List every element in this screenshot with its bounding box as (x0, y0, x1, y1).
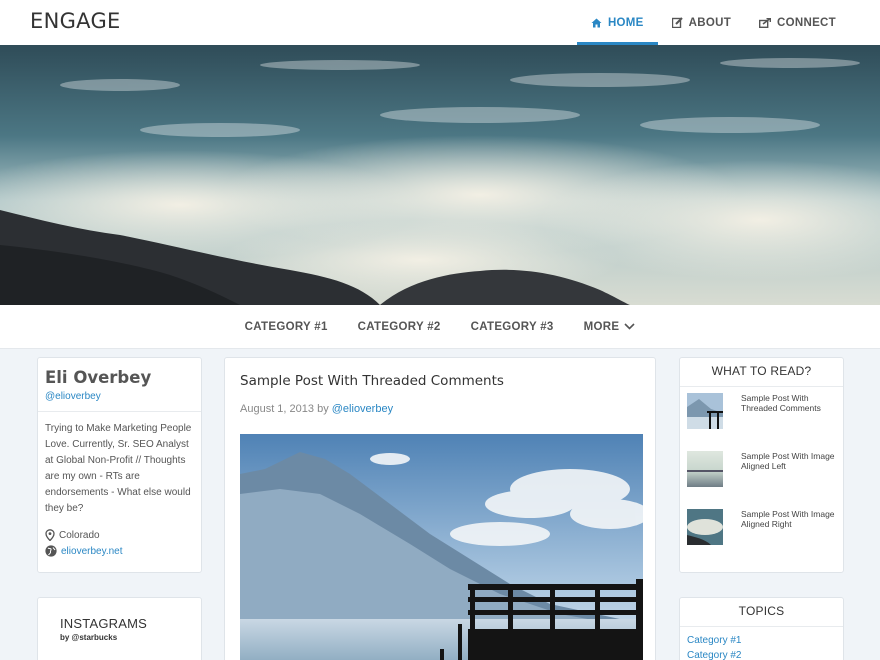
category-1-link[interactable]: CATEGORY #1 (245, 321, 328, 333)
profile-name: Eli Overbey (45, 368, 152, 387)
post-link[interactable]: Sample Post With Image Aligned Right (741, 509, 836, 545)
post-featured-image[interactable] (240, 434, 643, 660)
post-thumbnail[interactable] (687, 393, 723, 429)
instagrams-title: INSTAGRAMS (60, 616, 147, 631)
hero-image (0, 45, 880, 305)
nav-home[interactable]: HOME (576, 0, 658, 45)
topic-link[interactable]: Category #1 (687, 633, 836, 648)
profile-handle-link[interactable]: @elioverbey (45, 391, 194, 402)
category-2-link[interactable]: CATEGORY #2 (358, 321, 441, 333)
nav-about-label: ABOUT (688, 16, 732, 29)
divider (38, 411, 201, 412)
list-item[interactable]: Sample Post With Threaded Comments (687, 393, 836, 429)
divider (680, 386, 843, 387)
profile-location-text: Colorado (59, 529, 100, 541)
map-pin-icon (45, 529, 55, 541)
post-thumbnail[interactable] (687, 509, 723, 545)
profile-website: elioverbey.net (45, 543, 194, 559)
profile-location: Colorado (45, 527, 194, 543)
post-thumbnail[interactable] (687, 451, 723, 487)
nav-connect[interactable]: CONNECT (745, 0, 850, 45)
nav-home-label: HOME (607, 16, 644, 29)
chevron-down-icon (624, 323, 635, 330)
top-navbar: ENGAGE HOME ABOUT CONNECT (0, 0, 880, 45)
topics-title: TOPICS (738, 604, 785, 618)
edit-icon (671, 17, 683, 28)
main-nav: HOME ABOUT CONNECT (576, 0, 850, 45)
globe-icon (45, 545, 57, 557)
profile-meta: Colorado elioverbey.net (45, 527, 194, 559)
post-author-link[interactable]: @elioverbey (332, 403, 393, 415)
instagrams-widget: INSTAGRAMS by @starbucks (37, 597, 202, 660)
nav-about[interactable]: ABOUT (658, 0, 745, 45)
share-icon (759, 17, 772, 28)
what-to-read-title: WHAT TO READ? (711, 364, 812, 378)
category-3-link[interactable]: CATEGORY #3 (471, 321, 554, 333)
home-icon (591, 18, 602, 28)
profile-card: Eli Overbey @elioverbey Trying to Make M… (37, 357, 202, 573)
post-title-link[interactable]: Sample Post With Threaded Comments (240, 373, 640, 389)
profile-website-link[interactable]: elioverbey.net (61, 546, 123, 557)
post-link[interactable]: Sample Post With Threaded Comments (741, 393, 836, 429)
post-by: by (317, 403, 329, 415)
instagrams-subtitle: by @starbucks (60, 633, 118, 642)
post-meta: August 1, 2013 by @elioverbey (240, 403, 640, 415)
more-dropdown[interactable]: MORE (584, 321, 636, 333)
topic-link[interactable]: Category #2 (687, 648, 836, 660)
list-item[interactable]: Sample Post With Image Aligned Right (687, 509, 836, 545)
nav-connect-label: CONNECT (777, 16, 836, 29)
list-item[interactable]: Sample Post With Image Aligned Left (687, 451, 836, 487)
post-link[interactable]: Sample Post With Image Aligned Left (741, 451, 836, 487)
site-logo[interactable]: ENGAGE (30, 9, 121, 33)
category-nav: CATEGORY #1 CATEGORY #2 CATEGORY #3 MORE (0, 305, 880, 349)
what-to-read-widget: WHAT TO READ? Sample Post With Threaded … (679, 357, 844, 573)
profile-bio: Trying to Make Marketing People Love. Cu… (45, 423, 192, 514)
topics-widget: TOPICS Category #1 Category #2 (679, 597, 844, 660)
more-label: MORE (583, 320, 620, 333)
divider (680, 626, 843, 627)
post-date: August 1, 2013 (240, 403, 315, 415)
post-card: Sample Post With Threaded Comments Augus… (224, 357, 656, 660)
